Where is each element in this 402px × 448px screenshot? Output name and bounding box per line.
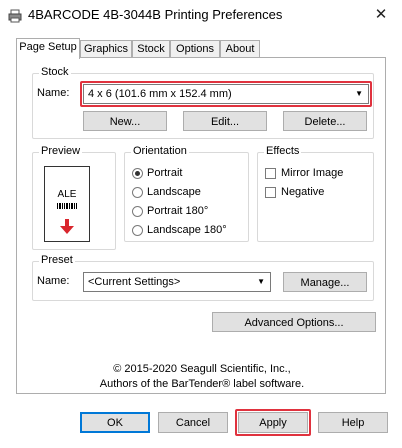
negative-checkbox[interactable] [265,187,276,198]
new-stock-button[interactable]: New... [83,111,167,131]
effects-group: Effects Mirror Image Negative [257,145,374,242]
preset-name-dropdown[interactable]: <Current Settings> ▼ [83,272,271,292]
orientation-landscape-180-radio[interactable] [132,225,143,236]
feed-direction-arrow-icon [60,219,74,234]
edit-stock-button[interactable]: Edit... [183,111,267,131]
orientation-landscape-180-label[interactable]: Landscape 180° [147,224,227,236]
printing-preferences-window: 4BARCODE 4B-3044B Printing Preferences ✕… [0,0,402,448]
preset-name-label: Name: [37,275,70,287]
tab-options[interactable]: Options [170,40,220,58]
close-icon[interactable]: ✕ [370,5,392,25]
orientation-portrait-180-label[interactable]: Portrait 180° [147,205,208,217]
preset-group: Preset Name: <Current Settings> ▼ Manage… [32,254,374,301]
stock-group-label: Stock [39,66,71,78]
effects-group-label: Effects [264,145,302,157]
delete-stock-button[interactable]: Delete... [283,111,367,131]
title-bar: 4BARCODE 4B-3044B Printing Preferences ✕ [0,0,402,32]
window-title: 4BARCODE 4B-3044B Printing Preferences [28,7,283,22]
preview-group: Preview ALE [32,145,116,250]
printer-icon [8,9,22,23]
orientation-landscape-label[interactable]: Landscape [147,186,201,198]
page-setup-panel: Stock Name: 4 x 6 (101.6 mm x 152.4 mm) … [16,57,386,394]
advanced-options-button[interactable]: Advanced Options... [212,312,376,332]
negative-label[interactable]: Negative [281,186,324,198]
orientation-landscape-radio[interactable] [132,187,143,198]
label-preview: ALE [44,166,90,242]
preview-sample-text: ALE [57,189,77,200]
orientation-portrait-180-radio[interactable] [132,206,143,217]
cancel-button[interactable]: Cancel [158,412,228,433]
copyright-line-1: © 2015-2020 Seagull Scientific, Inc., [113,363,291,375]
chevron-down-icon: ▼ [257,277,265,286]
tab-graphics[interactable]: Graphics [80,40,132,58]
preset-group-label: Preset [39,254,75,266]
copyright-line-2: Authors of the BarTender® label software… [99,378,305,390]
stock-name-highlight [80,81,372,107]
manage-presets-button[interactable]: Manage... [283,272,367,292]
preview-group-label: Preview [39,145,83,157]
orientation-portrait-radio[interactable] [132,168,143,179]
barcode-icon [57,203,77,209]
help-button[interactable]: Help [318,412,388,433]
apply-button-highlight [235,409,311,436]
orientation-group: Orientation Portrait Landscape Portrait … [124,145,249,242]
stock-group: Stock Name: 4 x 6 (101.6 mm x 152.4 mm) … [32,66,374,139]
orientation-group-label: Orientation [131,145,189,157]
preset-name-value: <Current Settings> [88,276,181,288]
orientation-portrait-label[interactable]: Portrait [147,167,182,179]
stock-name-label: Name: [37,87,70,99]
tab-about[interactable]: About [220,40,260,58]
mirror-image-checkbox[interactable] [265,168,276,179]
tab-page-setup[interactable]: Page Setup [16,38,80,59]
tab-stock[interactable]: Stock [132,40,170,58]
ok-button[interactable]: OK [80,412,150,433]
mirror-image-label[interactable]: Mirror Image [281,167,343,179]
